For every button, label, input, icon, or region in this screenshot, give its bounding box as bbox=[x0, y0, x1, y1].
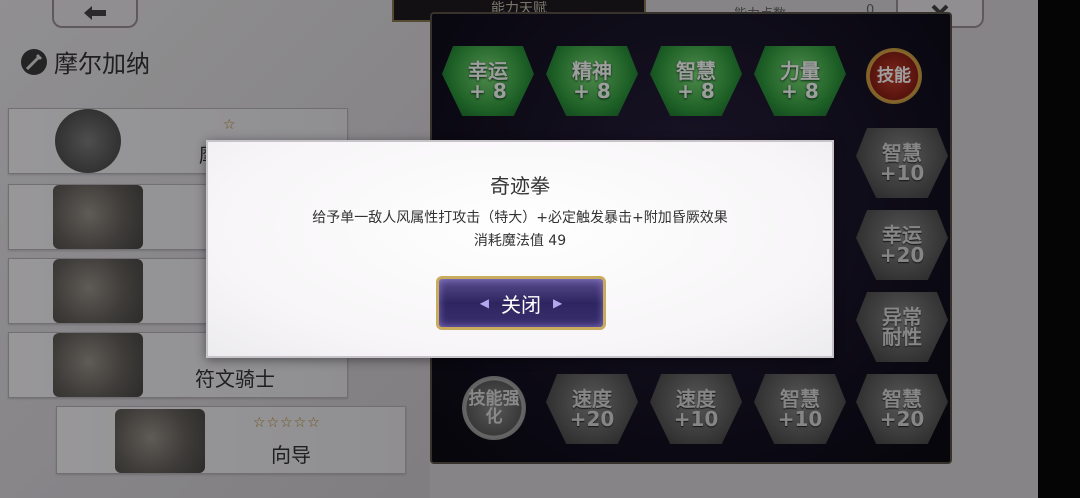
dialog-close-button[interactable]: ◀ 关闭 ▶ bbox=[436, 276, 606, 330]
skill-info-dialog: 奇迹拳 给予单一敌人风属性打攻击（特大）+必定触发暴击+附加昏厥效果 消耗魔法值… bbox=[206, 140, 834, 358]
dialog-title: 奇迹拳 bbox=[490, 174, 550, 198]
screen-edge bbox=[1038, 0, 1080, 498]
dialog-close-label: 关闭 bbox=[501, 292, 541, 317]
arrow-right-icon: ▶ bbox=[553, 296, 563, 310]
arrow-left-icon: ◀ bbox=[479, 296, 489, 310]
dialog-cost: 消耗魔法值 49 bbox=[473, 233, 567, 249]
dialog-description: 给予单一敌人风属性打攻击（特大）+必定触发暴击+附加昏厥效果 bbox=[312, 210, 728, 226]
